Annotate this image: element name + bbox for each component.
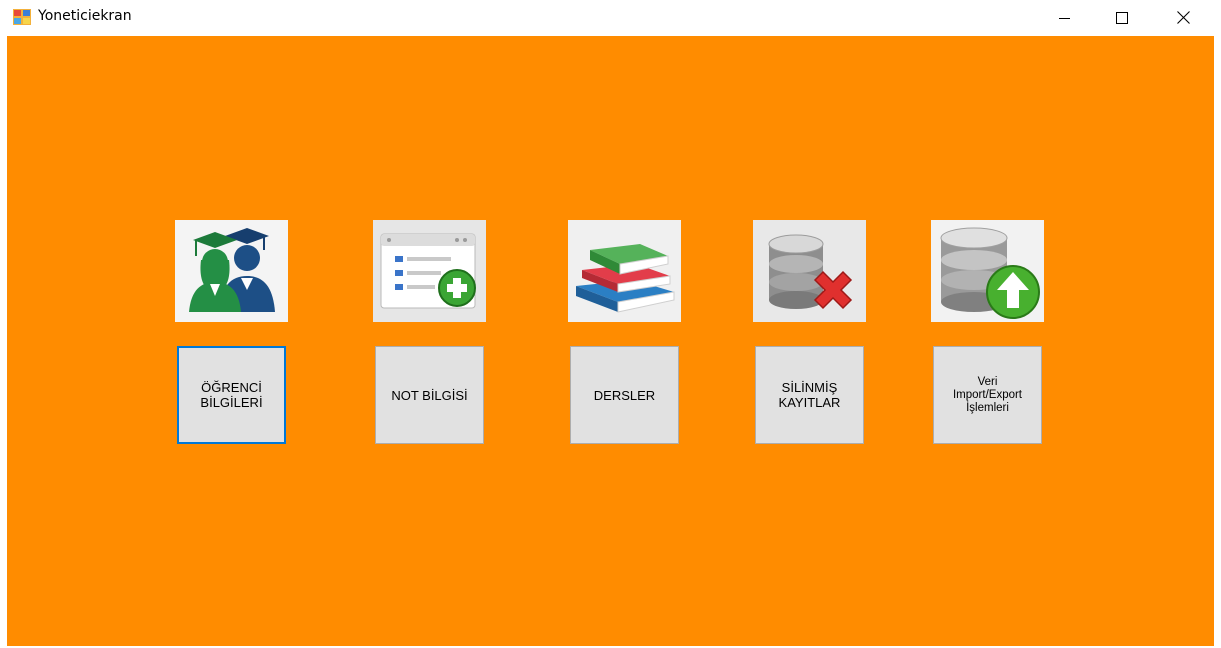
form-icon (13, 9, 31, 25)
close-button[interactable] (1160, 0, 1206, 35)
graduates-icon (175, 220, 288, 322)
minimize-icon (1059, 17, 1070, 19)
title-bar: Yoneticiekran (0, 0, 1221, 35)
deleted-records-button[interactable]: SİLİNMİŞ KAYITLAR (755, 346, 864, 444)
close-icon (1176, 11, 1190, 24)
database-upload-icon (931, 220, 1044, 322)
books-icon (568, 220, 681, 322)
student-info-button[interactable]: ÖĞRENCİ BİLGİLERİ (177, 346, 286, 444)
maximize-button[interactable] (1099, 0, 1145, 35)
minimize-button[interactable] (1042, 0, 1088, 35)
form-client-area: ÖĞRENCİ BİLGİLERİ NOT BİLGİSİ DERSLER Sİ… (7, 36, 1214, 646)
grade-info-button[interactable]: NOT BİLGİSİ (375, 346, 484, 444)
database-delete-icon (753, 220, 866, 322)
window-title: Yoneticiekran (38, 8, 132, 24)
courses-button[interactable]: DERSLER (570, 346, 679, 444)
data-import-export-button[interactable]: Veri Import/Export İşlemleri (933, 346, 1042, 444)
add-record-form-icon (373, 220, 486, 322)
maximize-icon (1116, 11, 1128, 24)
